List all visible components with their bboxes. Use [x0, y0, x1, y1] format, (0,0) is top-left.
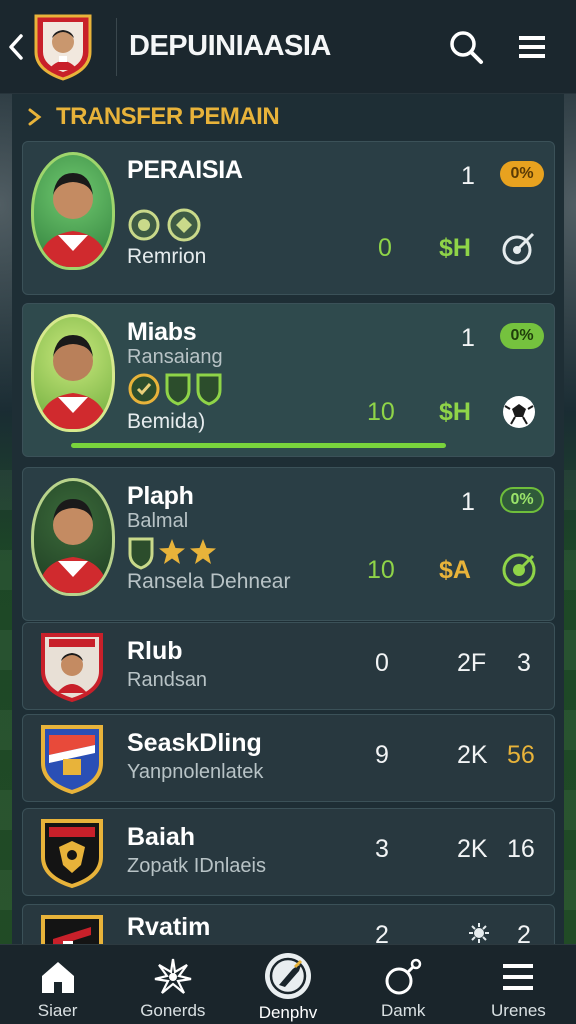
star-badge-icon — [159, 539, 185, 564]
club-stat-2: 2F — [457, 649, 487, 677]
nav-item-generals[interactable]: Gonerds — [115, 945, 230, 1024]
search-icon — [450, 30, 483, 64]
nav-label: Siaer — [37, 1001, 78, 1020]
player-name: Plaph — [127, 482, 194, 510]
club-crest-icon — [41, 633, 103, 703]
hamburger-menu-icon — [519, 35, 545, 58]
club-stat-1: 2 — [375, 921, 389, 944]
player-description: Bemida) — [127, 410, 206, 433]
menu-button[interactable] — [510, 25, 554, 69]
club-name: Rlub — [127, 637, 183, 665]
player-portrait — [31, 152, 115, 270]
player-value: 10 — [367, 556, 395, 584]
search-icon — [385, 958, 422, 995]
badge-icon — [128, 209, 160, 241]
player-price: $H — [439, 234, 471, 262]
back-arrow-icon — [9, 33, 23, 60]
transfer-panel: TRANSFER PEMAIN PERAISIA Remrion 1 0% 0 … — [12, 94, 564, 944]
club-name: Baiah — [127, 823, 196, 851]
club-row[interactable]: Rvatim 2 2 — [22, 904, 555, 944]
player-description: Remrion — [127, 245, 207, 268]
star-burst-icon — [154, 958, 192, 994]
player-card[interactable]: Miabs Ransaiang Bemida) 1 0% 10 $H — [22, 303, 555, 457]
nav-item-home[interactable]: Siaer — [0, 945, 115, 1024]
badge-icon — [167, 208, 201, 242]
club-stat-1: 3 — [375, 835, 389, 863]
status-pill: 0% — [500, 323, 544, 349]
club-crest-icon — [41, 725, 103, 795]
status-pill: 0% — [500, 487, 544, 513]
club-subtitle: Yanpnolenlatek — [127, 761, 264, 783]
player-badges — [127, 208, 204, 242]
player-name: Miabs — [127, 318, 197, 346]
target-icon[interactable] — [499, 550, 539, 590]
status-pill: 0% — [500, 161, 544, 187]
bottom-navigation: Siaer Gonerds Denphv Damk Urenes — [0, 944, 576, 1024]
club-stat-1: 0 — [375, 649, 389, 677]
badge-icon — [128, 373, 160, 405]
club-crest-logo — [32, 12, 94, 82]
club-stat-3: 3 — [517, 649, 531, 677]
top-bar: DEPUINIAASIA — [0, 0, 576, 94]
player-value: 0 — [378, 234, 392, 262]
player-rank: 1 — [461, 162, 475, 190]
player-card[interactable]: Plaph Balmal Ransela Dehnear 1 0% 10 $A — [22, 467, 555, 621]
club-stat-2: 2K — [457, 835, 488, 863]
player-rank: 1 — [461, 488, 475, 516]
header-divider — [116, 17, 117, 76]
player-card[interactable]: PERAISIA Remrion 1 0% 0 $H — [22, 141, 555, 295]
club-name: SeaskDling — [127, 729, 262, 757]
section-title: TRANSFER PEMAIN — [56, 103, 280, 130]
boot-icon — [269, 957, 307, 995]
player-price: $A — [439, 556, 471, 584]
club-row[interactable]: SeaskDling Yanpnolenlatek 9 2K 56 — [22, 714, 555, 802]
player-description: Ransela Dehnear — [127, 570, 291, 593]
chevron-right-icon — [28, 108, 42, 126]
nav-item-menu[interactable]: Urenes — [461, 945, 576, 1024]
search-button[interactable] — [444, 25, 488, 69]
nav-item-search[interactable]: Damk — [346, 945, 461, 1024]
player-badges — [127, 536, 217, 570]
club-name: Rvatim — [127, 913, 211, 941]
player-value: 10 — [367, 398, 395, 426]
player-portrait — [31, 314, 115, 432]
player-rank: 1 — [461, 324, 475, 352]
club-row[interactable]: Baiah Zopatk IDnlaeis 3 2K 16 — [22, 808, 555, 896]
player-price: $H — [439, 398, 471, 426]
nav-label: Damk — [381, 1001, 426, 1020]
player-portrait — [31, 478, 115, 596]
player-badges — [127, 372, 223, 406]
player-subtitle: Balmal — [127, 510, 189, 532]
home-icon — [41, 962, 74, 993]
club-subtitle: Zopatk IDnlaeis — [127, 855, 266, 877]
menu-icon — [503, 964, 534, 990]
selection-progress-bar — [71, 443, 446, 448]
club-crest-icon — [41, 819, 103, 889]
player-name: PERAISIA — [127, 156, 243, 184]
player-subtitle: Ransaiang — [127, 346, 223, 368]
whistle-icon[interactable] — [499, 228, 539, 268]
settings-icon — [469, 923, 489, 943]
club-stat-2: 2K — [457, 741, 488, 769]
back-button[interactable] — [2, 27, 30, 67]
club-stat-3: 56 — [507, 741, 535, 769]
shield-badge-icon — [196, 373, 222, 406]
star-badge-icon — [190, 539, 216, 564]
shield-badge-icon — [128, 537, 154, 570]
nav-label: Urenes — [491, 1001, 546, 1020]
section-header: TRANSFER PEMAIN — [12, 94, 564, 140]
nav-item-active[interactable]: Denphv — [230, 945, 345, 1024]
nav-label: Denphv — [258, 1003, 318, 1022]
club-crest-icon — [41, 915, 103, 944]
app-title: DEPUINIAASIA — [129, 30, 331, 62]
nav-label: Gonerds — [140, 1001, 206, 1020]
football-icon[interactable] — [499, 392, 539, 432]
club-stat-3: 16 — [507, 835, 535, 863]
club-stat-3: 2 — [517, 921, 531, 944]
shield-badge-icon — [165, 373, 191, 406]
club-stat-1: 9 — [375, 741, 389, 769]
club-row[interactable]: Rlub Randsan 0 2F 3 — [22, 622, 555, 710]
club-subtitle: Randsan — [127, 669, 208, 691]
